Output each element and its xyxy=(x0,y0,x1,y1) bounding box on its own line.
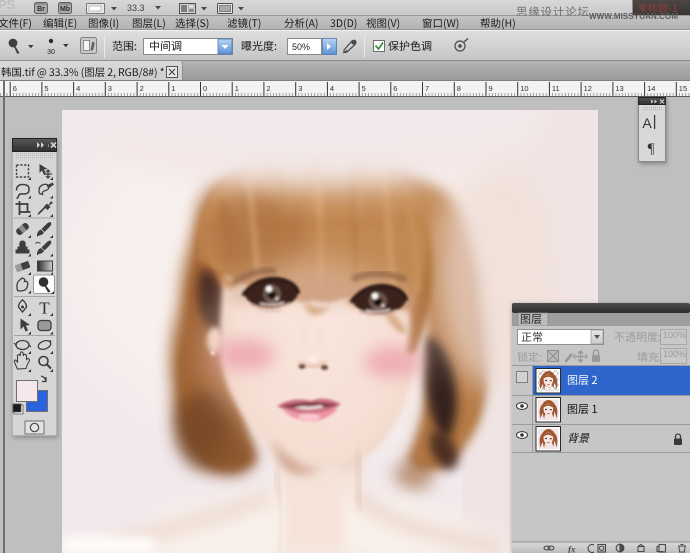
svg-text:6: 6 xyxy=(13,84,17,93)
svg-text:A: A xyxy=(642,115,652,131)
svg-text:1: 1 xyxy=(235,84,239,93)
svg-text:4: 4 xyxy=(76,84,80,93)
svg-text:1: 1 xyxy=(171,84,175,93)
svg-text:2: 2 xyxy=(140,84,144,93)
svg-text:Br: Br xyxy=(37,6,45,13)
svg-text:50%: 50% xyxy=(292,42,310,52)
svg-text:11: 11 xyxy=(552,84,560,93)
svg-text:5: 5 xyxy=(44,84,48,93)
svg-text:30: 30 xyxy=(47,49,55,56)
svg-text:5: 5 xyxy=(362,84,366,93)
svg-text:3: 3 xyxy=(298,84,302,93)
svg-text:¶: ¶ xyxy=(648,141,655,157)
svg-text:12: 12 xyxy=(584,84,592,93)
svg-text:14: 14 xyxy=(647,84,655,93)
svg-text:13: 13 xyxy=(615,84,623,93)
svg-text:2: 2 xyxy=(266,84,270,93)
svg-text:3: 3 xyxy=(108,84,112,93)
svg-text:7: 7 xyxy=(425,84,429,93)
svg-text:15: 15 xyxy=(679,84,687,93)
svg-text:10: 10 xyxy=(520,84,528,93)
svg-text:8: 8 xyxy=(457,84,461,93)
svg-text:4: 4 xyxy=(330,84,334,93)
svg-text:Mb: Mb xyxy=(60,6,70,13)
svg-text:0: 0 xyxy=(203,84,207,93)
svg-text:T: T xyxy=(39,299,50,318)
svg-text:6: 6 xyxy=(393,84,397,93)
svg-text:fx: fx xyxy=(568,545,576,553)
svg-text:9: 9 xyxy=(489,84,493,93)
